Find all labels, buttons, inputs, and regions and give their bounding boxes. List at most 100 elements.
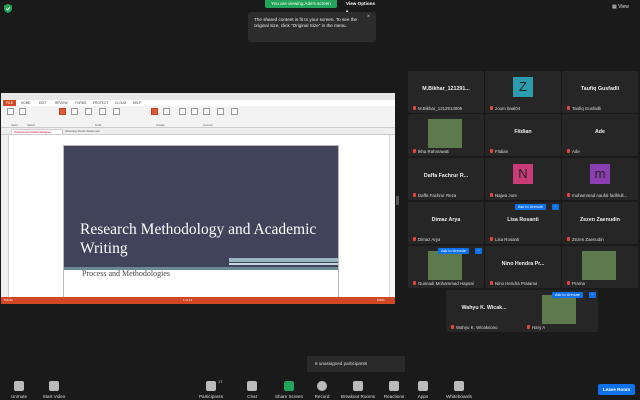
zoom-level[interactable]: 100%	[377, 298, 385, 302]
to-image-icon[interactable]	[217, 108, 224, 115]
participant-label: Daffa Fachrur Reza	[413, 193, 456, 198]
viewing-screen-banner: You are viewing Ade's screen	[265, 0, 337, 8]
share-screen-button[interactable]: Share Screen	[272, 381, 306, 399]
mic-muted-icon	[490, 281, 493, 285]
unmute-button[interactable]: Unmute	[6, 381, 32, 399]
participant-tile[interactable]: Lisa Rosanti Lisa Rosanti Ask to Unmute ···	[485, 202, 561, 244]
participant-video	[428, 251, 462, 280]
slide-decor-stripe	[229, 258, 338, 262]
participant-label-text: Fitdian	[495, 149, 509, 154]
page-counter[interactable]: 1 of 14	[183, 298, 192, 302]
participant-label-text: M.Bikhar_1212913006	[418, 106, 463, 111]
more-options-icon[interactable]: ···	[475, 248, 482, 254]
text-tool-icon[interactable]	[71, 108, 78, 115]
combine-icon[interactable]	[163, 108, 170, 115]
view-button[interactable]: ▦ View	[612, 3, 638, 11]
mic-muted-icon	[490, 149, 493, 153]
participant-tile[interactable]: Zzoom baal04	[485, 71, 561, 113]
participant-label: Taufiq Gusfadli	[567, 106, 601, 111]
page-size-text: 8.5x11	[4, 298, 13, 302]
participants-icon	[206, 381, 216, 391]
participant-tile[interactable]: Zezen Zaenudin Zezen Zaenudin	[562, 202, 638, 244]
fit-screen-notice: The shared content is fit to your screen…	[248, 12, 376, 42]
participant-label: M.Bikhar_1212913006	[413, 106, 462, 111]
security-shield-icon[interactable]	[4, 4, 12, 13]
participant-tile[interactable]: Daffa Fachrur R... Daffa Fachrur Reza	[408, 158, 484, 200]
participant-tile[interactable]: Taufiq Gusfadli Taufiq Gusfadli	[562, 71, 638, 113]
participant-label-text: Lisa Rosanti	[495, 237, 520, 242]
chat-button[interactable]: Chat	[240, 381, 264, 399]
mic-muted-icon	[413, 281, 416, 285]
toolbar-label: Start Video	[42, 394, 66, 399]
record-button[interactable]: Record	[310, 381, 334, 399]
participant-tile[interactable]: Nino Hendra Pr... Nino Hendra Pratama	[485, 246, 561, 288]
participant-name: Ade	[594, 129, 605, 135]
whiteboards-button[interactable]: Whiteboards	[442, 381, 476, 399]
collaborate-icon[interactable]	[113, 108, 120, 115]
mic-muted-icon	[490, 193, 493, 197]
ask-to-unmute-button[interactable]: Ask to Unmute	[438, 248, 469, 254]
participant-tile[interactable]: N Najwa Jure	[485, 158, 561, 200]
reactions-icon	[389, 381, 399, 391]
participant-tile[interactable]: Wahyu K. Wicak... Wahyu K. Wicaksono	[446, 290, 522, 332]
share-icon[interactable]	[99, 108, 106, 115]
more-options-icon[interactable]: ···	[552, 204, 559, 210]
more-options-icon[interactable]: ···	[589, 292, 596, 298]
edit-tool-icon[interactable]	[59, 108, 66, 115]
signature-icon[interactable]	[85, 108, 92, 115]
toolbar-label: Unmute	[10, 394, 28, 399]
participant-tile[interactable]: Fitdian Fitdian	[485, 114, 561, 156]
to-powerpoint-icon[interactable]	[203, 108, 210, 115]
participant-tile[interactable]: Ade Ade	[562, 114, 638, 156]
pages-panel[interactable]	[1, 135, 9, 297]
to-excel-icon[interactable]	[179, 108, 186, 115]
panel-resize-handle[interactable]	[396, 196, 399, 205]
apps-icon	[418, 381, 428, 391]
participant-name: M.Bikhar_121291...	[422, 86, 470, 92]
start-video-button[interactable]: Start Video	[38, 381, 70, 399]
ask-to-unmute-button[interactable]: Ask to Unmute	[515, 204, 546, 210]
apps-button[interactable]: Apps	[412, 381, 434, 399]
document-tab-active[interactable]: Process and Methodologies	[11, 129, 63, 135]
participant-tile[interactable]: M.Bikhar_121291... M.Bikhar_1212913006	[408, 71, 484, 113]
participant-label: Nino Hendra Pratama	[490, 281, 537, 286]
participant-label-text: zoom baal04	[495, 106, 521, 111]
participant-label-text: Wahyu K. Wicaksono	[456, 325, 498, 330]
close-icon[interactable]: ×	[365, 14, 372, 21]
participant-label-text: Gusnadi Mohammad Hapsal	[418, 281, 474, 286]
ask-to-unmute-button[interactable]: Ask to Unmute	[552, 292, 583, 298]
participant-tile[interactable]: Hary A Ask to Unmute ···	[522, 290, 598, 332]
participant-avatar: Z	[513, 77, 533, 97]
hand-tool-icon[interactable]	[7, 108, 14, 115]
leave-room-button[interactable]: Leave Room	[598, 384, 635, 395]
participant-label: Prama	[567, 281, 585, 286]
to-other-icon[interactable]	[231, 108, 238, 115]
select-tool-icon[interactable]	[19, 108, 26, 115]
participant-name: Lisa Rosanti	[507, 217, 539, 223]
participant-label: Lisa Rosanti	[490, 237, 519, 242]
participant-label-text: Dimaz Arya	[418, 237, 441, 242]
to-word-icon[interactable]	[191, 108, 198, 115]
reactions-button[interactable]: Reactions	[380, 381, 408, 399]
participant-tile[interactable]: Ikha Rahmawati	[408, 114, 484, 156]
vertical-scrollbar[interactable]	[389, 135, 395, 297]
participant-tile[interactable]: m muhammad naufal fadhlull...	[562, 158, 638, 200]
participants-button[interactable]: Participants 17	[196, 379, 226, 399]
app-title-bar	[1, 93, 395, 100]
document-tab[interactable]: Shooting Flows Statement	[65, 129, 121, 135]
participant-tile[interactable]: Gusnadi Mohammad Hapsal Ask to Unmute ···	[408, 246, 484, 288]
unassigned-participants-button[interactable]: 6 unassigned participants	[307, 356, 405, 372]
mic-muted-icon	[527, 325, 530, 329]
participant-tile[interactable]: Dimaz Arya Dimaz Arya	[408, 202, 484, 244]
breakout-rooms-button[interactable]: Breakout Rooms	[338, 381, 378, 399]
toolbar-label: Chat	[247, 394, 257, 399]
pdf-create-icon[interactable]	[151, 108, 158, 115]
participant-label-text: Zezen Zaenudin	[572, 237, 604, 242]
status-bar	[1, 297, 395, 304]
chat-icon	[247, 381, 257, 391]
ribbon-group-label: Select	[27, 123, 35, 127]
participant-tile[interactable]: Prama	[562, 246, 638, 288]
participant-label: muhammad naufal fadhlull...	[567, 193, 627, 198]
view-options-button[interactable]: View Options ▾	[346, 0, 378, 14]
participant-count: 17	[218, 379, 223, 384]
